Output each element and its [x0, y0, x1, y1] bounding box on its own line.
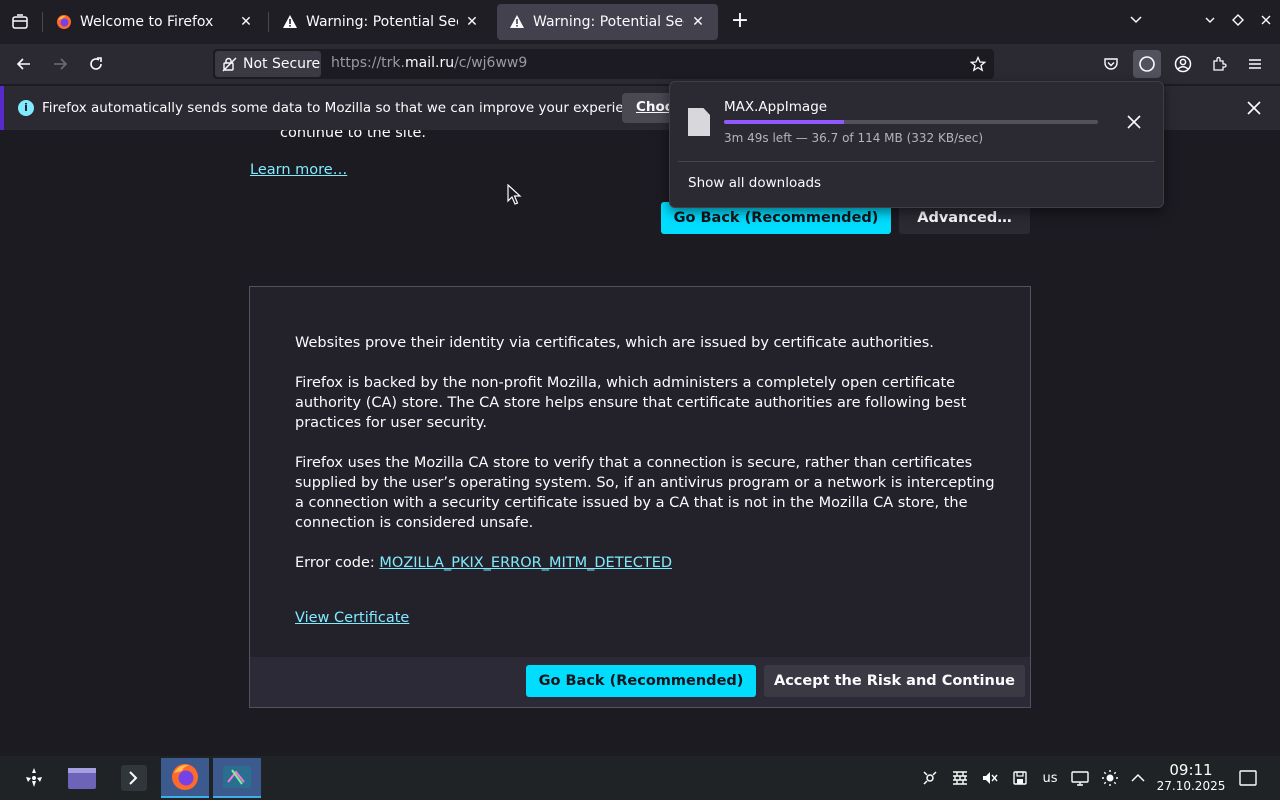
firewall-icon[interactable] — [950, 768, 970, 788]
system-tray-expand-icon[interactable] — [1128, 768, 1148, 788]
show-all-downloads-link[interactable]: Show all downloads — [688, 175, 821, 191]
clock-date: 27.10.2025 — [1156, 779, 1226, 793]
warning-icon — [282, 14, 298, 30]
tab-close-icon[interactable]: ✕ — [238, 14, 254, 30]
menu-hamburger-icon[interactable] — [1241, 50, 1269, 78]
bookmark-star-icon[interactable] — [968, 54, 988, 74]
error-code-line: Error code: MOZILLA_PKIX_ERROR_MITM_DETE… — [295, 553, 995, 573]
pocket-icon[interactable] — [1097, 50, 1125, 78]
taskbar: us 09:11 27.10.2025 — [0, 756, 1280, 800]
url-text[interactable]: https://trk.mail.ru/c/wj6ww9 — [331, 55, 527, 71]
downloads-panel: MAX.AppImage 3m 49s left — 36.7 of 114 M… — [669, 81, 1164, 208]
tab-separator — [42, 12, 43, 32]
clock[interactable]: 09:11 27.10.2025 — [1155, 761, 1227, 794]
download-filename[interactable]: MAX.AppImage — [724, 99, 827, 115]
tab-title: Warning: Potential Security Risk Ahead — [306, 14, 458, 30]
keyboard-layout[interactable]: us — [1040, 768, 1060, 788]
terminal-icon[interactable] — [110, 758, 158, 798]
learn-more-link[interactable]: Learn more… — [250, 162, 347, 178]
panel-divider — [678, 161, 1155, 162]
reload-icon[interactable] — [82, 50, 110, 78]
notification-close-icon[interactable] — [1244, 98, 1264, 118]
warning-icon — [509, 14, 525, 30]
disk-save-icon[interactable] — [1010, 768, 1030, 788]
downloads-button[interactable] — [1133, 50, 1161, 78]
back-arrow-icon[interactable] — [10, 50, 38, 78]
download-progress-bar — [724, 120, 1098, 124]
not-secure-label: Not Secure — [243, 56, 321, 72]
tab-close-icon[interactable]: ✕ — [464, 14, 480, 30]
window-minimize-icon[interactable] — [1198, 10, 1222, 34]
tab-title: Welcome to Firefox — [80, 14, 214, 30]
url-domain: mail.ru — [405, 55, 455, 71]
display-icon[interactable] — [1070, 768, 1090, 788]
advanced-paragraph-1: Websites prove their identity via certif… — [295, 335, 934, 351]
firefox-icon — [56, 14, 72, 30]
url-bar[interactable]: Not Secure https://trk.mail.ru/c/wj6ww9 — [213, 49, 994, 79]
file-manager-icon[interactable] — [58, 758, 106, 798]
network-share-icon[interactable] — [920, 768, 940, 788]
download-progress-icon — [1139, 56, 1155, 72]
clock-time: 09:11 — [1169, 761, 1213, 779]
window-close-icon[interactable] — [1254, 10, 1278, 34]
accept-risk-button[interactable]: Accept the Risk and Continue — [764, 665, 1025, 697]
forward-arrow-icon[interactable] — [46, 50, 74, 78]
tab-welcome[interactable]: Welcome to Firefox ✕ — [44, 0, 266, 44]
certificate-error-page: continue to the site. Learn more… Go Bac… — [0, 130, 1280, 756]
tab-warning-2[interactable]: Warning: Potential Security Risk Ahead ✕ — [497, 4, 718, 40]
new-tab-button[interactable]: + — [728, 10, 752, 34]
tab-strip: Welcome to Firefox ✕ Warning: Potential … — [0, 0, 1280, 44]
intro-text-tail: continue to the site. — [280, 130, 427, 141]
tab-separator — [268, 12, 269, 32]
advanced-paragraph-2: Firefox is backed by the non-profit Mozi… — [295, 375, 967, 431]
app-launcher-icon[interactable] — [10, 758, 58, 798]
lock-warning-icon — [222, 57, 237, 72]
download-progress-fill — [724, 120, 844, 124]
go-back-bottom-button[interactable]: Go Back (Recommended) — [526, 665, 756, 697]
show-desktop-icon[interactable] — [1238, 768, 1258, 788]
view-certificate-line: View Certificate — [295, 608, 995, 628]
brightness-icon[interactable] — [1100, 768, 1120, 788]
error-code-link[interactable]: MOZILLA_PKIX_ERROR_MITM_DETECTED — [379, 555, 672, 571]
download-status: 3m 49s left — 36.7 of 114 MB (332 KB/sec… — [724, 131, 984, 145]
tab-title: Warning: Potential Security Risk Ahead — [533, 14, 684, 30]
cancel-download-icon[interactable] — [1124, 112, 1144, 132]
url-path: /c/wj6ww9 — [454, 55, 528, 71]
extensions-icon[interactable] — [1205, 50, 1233, 78]
notification-message: Firefox automatically sends some data to… — [42, 100, 653, 116]
list-all-tabs-icon[interactable] — [8, 10, 32, 34]
window-maximize-icon[interactable] — [1226, 10, 1250, 34]
tab-warning-1[interactable]: Warning: Potential Security Risk Ahead ✕ — [270, 0, 492, 44]
not-secure-indicator[interactable]: Not Secure — [215, 51, 321, 77]
advanced-panel-footer: Go Back (Recommended) Accept the Risk an… — [250, 657, 1030, 707]
account-icon[interactable] — [1169, 50, 1197, 78]
info-icon: i — [18, 100, 34, 116]
volume-muted-icon[interactable] — [980, 768, 1000, 788]
taskbar-firefox-icon[interactable] — [161, 758, 209, 798]
error-code-label: Error code: — [295, 555, 380, 571]
view-certificate-link[interactable]: View Certificate — [295, 610, 409, 626]
list-tabs-chevron-icon[interactable] — [1124, 10, 1148, 34]
tab-close-icon[interactable]: ✕ — [690, 14, 706, 30]
taskbar-appimage-icon[interactable] — [213, 758, 261, 798]
advanced-paragraph-3: Firefox uses the Mozilla CA store to ver… — [295, 455, 995, 531]
navigation-toolbar: Not Secure https://trk.mail.ru/c/wj6ww9 — [0, 44, 1280, 84]
file-icon — [688, 108, 710, 136]
mouse-pointer-icon — [507, 183, 523, 206]
url-prefix: https://trk. — [331, 55, 405, 71]
advanced-panel: Websites prove their identity via certif… — [249, 286, 1031, 708]
